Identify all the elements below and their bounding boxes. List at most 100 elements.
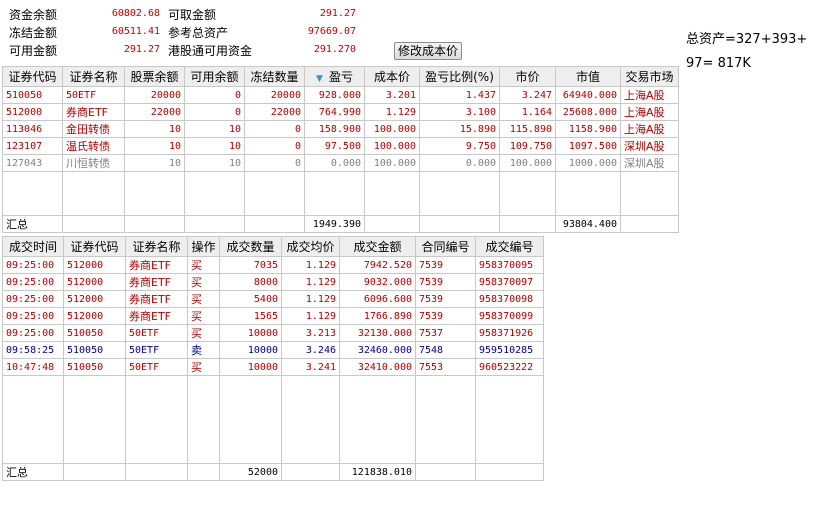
position-row[interactable]: 127043 川恒转债 10 10 0 0.000 100.000 0.000 … — [2, 154, 679, 172]
cell-cost: 100.000 — [364, 137, 420, 155]
edit-cost-price-button[interactable]: 修改成本价 — [394, 42, 462, 60]
col-header-value[interactable]: 市值 — [555, 66, 621, 87]
cell-market: 深圳A股 — [620, 137, 679, 155]
cash-balance-value: 60802.68 — [111, 8, 160, 19]
cell-name: 50ETF — [125, 358, 188, 376]
cell-contract: 7539 — [415, 256, 476, 274]
cell-code: 127043 — [2, 154, 63, 172]
cell-name: 50ETF — [125, 341, 188, 359]
position-row[interactable]: 512000 券商ETF 22000 0 22000 764.990 1.129… — [2, 103, 679, 121]
ref-total-assets-label: 参考总资产 — [168, 26, 229, 40]
col-header-market[interactable]: 交易市场 — [620, 66, 679, 87]
col-header-deal[interactable]: 成交编号 — [475, 236, 544, 257]
col-header-name[interactable]: 证券名称 — [62, 66, 125, 87]
cell-frozen: 20000 — [244, 86, 305, 104]
cell-frozen: 22000 — [244, 103, 305, 121]
cell-code: 510050 — [63, 341, 126, 359]
position-row[interactable]: 510050 50ETF 20000 0 20000 928.000 3.201… — [2, 86, 679, 104]
cell-pnl: 764.990 — [304, 103, 365, 121]
trade-row[interactable]: 09:25:00 510050 50ETF 买 10000 3.213 3213… — [2, 324, 544, 342]
cell-code: 123107 — [2, 137, 63, 155]
col-header-available[interactable]: 可用余额 — [184, 66, 245, 87]
position-row[interactable]: 113046 金田转债 10 10 0 158.900 100.000 15.8… — [2, 120, 679, 138]
col-header-frozen[interactable]: 冻结数量 — [244, 66, 305, 87]
position-row[interactable]: 123107 温氏转债 10 10 0 97.500 100.000 9.750… — [2, 137, 679, 155]
col-header-balance[interactable]: 股票余额 — [124, 66, 185, 87]
cell-qty: 10000 — [219, 324, 282, 342]
col-header-code[interactable]: 证券代码 — [63, 236, 126, 257]
cell-amount: 32410.000 — [339, 358, 416, 376]
cell-deal: 958370098 — [475, 290, 544, 308]
cell-amount: 32130.000 — [339, 324, 416, 342]
col-header-cost[interactable]: 成本价 — [364, 66, 420, 87]
cell-available: 10 — [184, 120, 245, 138]
trades-total-qty: 52000 — [219, 463, 282, 481]
col-header-qty[interactable]: 成交数量 — [219, 236, 282, 257]
cell-avg: 1.129 — [281, 273, 340, 291]
cell-pnl: 158.900 — [304, 120, 365, 138]
col-header-price[interactable]: 市价 — [499, 66, 556, 87]
cell-code: 512000 — [2, 103, 63, 121]
cell-pnl: 97.500 — [304, 137, 365, 155]
positions-total-pnl: 1949.390 — [304, 215, 365, 233]
col-header-avg[interactable]: 成交均价 — [281, 236, 340, 257]
cell-op: 买 — [187, 290, 220, 308]
cell-name: 川恒转债 — [62, 154, 125, 172]
trade-row[interactable]: 09:25:00 512000 券商ETF 买 5400 1.129 6096.… — [2, 290, 544, 308]
cell-pnl-pct: 0.000 — [419, 154, 500, 172]
cell-available: 0 — [184, 86, 245, 104]
cell-name: 券商ETF — [62, 103, 125, 121]
cell-code: 512000 — [63, 307, 126, 325]
trade-row[interactable]: 09:58:25 510050 50ETF 卖 10000 3.246 3246… — [2, 341, 544, 359]
col-header-name[interactable]: 证券名称 — [125, 236, 188, 257]
col-header-amount[interactable]: 成交金额 — [339, 236, 416, 257]
cell-name: 券商ETF — [125, 273, 188, 291]
cell-op: 买 — [187, 273, 220, 291]
col-header-pnl[interactable]: ▼ 盈亏 — [304, 66, 365, 87]
cell-name: 券商ETF — [125, 256, 188, 274]
cell-available: 10 — [184, 154, 245, 172]
cell-qty: 1565 — [219, 307, 282, 325]
trades-header: 成交时间 证券代码 证券名称 操作 成交数量 成交均价 成交金额 合同编号 成交… — [2, 236, 544, 257]
frozen-value: 60511.41 — [111, 26, 160, 37]
trade-row[interactable]: 09:25:00 512000 券商ETF 买 7035 1.129 7942.… — [2, 256, 544, 274]
cell-deal: 958370099 — [475, 307, 544, 325]
frozen-label: 冻结金额 — [9, 26, 58, 40]
available-value: 291.27 — [123, 44, 160, 55]
cell-available: 10 — [184, 137, 245, 155]
cell-time: 09:58:25 — [2, 341, 64, 359]
col-header-time[interactable]: 成交时间 — [2, 236, 64, 257]
withdrawable-label: 可取金额 — [168, 8, 217, 22]
cell-balance: 10 — [124, 154, 185, 172]
cell-code: 512000 — [63, 273, 126, 291]
cell-frozen: 0 — [244, 137, 305, 155]
cell-price: 115.890 — [499, 120, 556, 138]
cell-balance: 22000 — [124, 103, 185, 121]
positions-table: 证券代码 证券名称 股票余额 可用余额 冻结数量 ▼ 盈亏 成本价 盈亏比例(%)… — [2, 66, 679, 233]
cell-market: 深圳A股 — [620, 154, 679, 172]
account-summary: 资金余额 60802.68 可取金额 291.27 冻结金额 60511.41 … — [0, 0, 678, 62]
cell-name: 券商ETF — [125, 290, 188, 308]
cell-available: 0 — [184, 103, 245, 121]
cell-pnl: 928.000 — [304, 86, 365, 104]
col-header-code[interactable]: 证券代码 — [2, 66, 63, 87]
trade-row[interactable]: 10:47:48 510050 50ETF 买 10000 3.241 3241… — [2, 358, 544, 376]
cell-code: 510050 — [63, 358, 126, 376]
cell-value: 1158.900 — [555, 120, 621, 138]
empty-area — [2, 171, 679, 216]
trade-row[interactable]: 09:25:00 512000 券商ETF 买 8000 1.129 9032.… — [2, 273, 544, 291]
col-header-op[interactable]: 操作 — [187, 236, 220, 257]
cell-time: 09:25:00 — [2, 324, 64, 342]
cell-avg: 3.241 — [281, 358, 340, 376]
cell-pnl-pct: 15.890 — [419, 120, 500, 138]
trade-row[interactable]: 09:25:00 512000 券商ETF 买 1565 1.129 1766.… — [2, 307, 544, 325]
cell-cost: 100.000 — [364, 120, 420, 138]
col-header-contract[interactable]: 合同编号 — [415, 236, 476, 257]
cell-market: 上海A股 — [620, 120, 679, 138]
cell-name: 50ETF — [125, 324, 188, 342]
cell-name: 金田转债 — [62, 120, 125, 138]
cell-deal: 958370097 — [475, 273, 544, 291]
cell-op: 卖 — [187, 341, 220, 359]
positions-total-value: 93804.400 — [555, 215, 621, 233]
col-header-pnl-pct[interactable]: 盈亏比例(%) — [419, 66, 500, 87]
